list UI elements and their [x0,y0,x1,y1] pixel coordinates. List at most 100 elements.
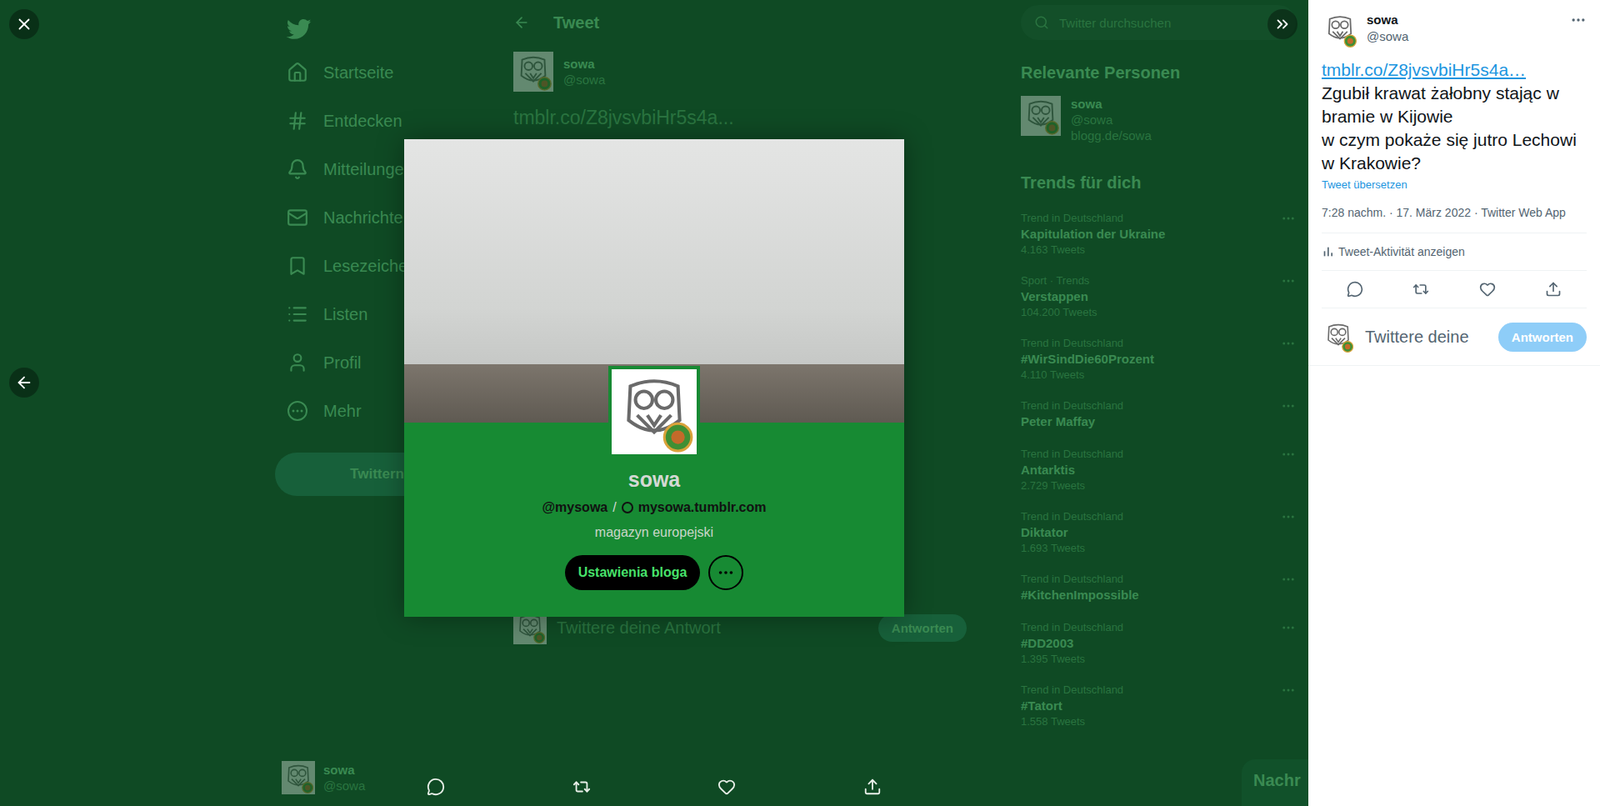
trend-more-icon[interactable] [1280,446,1296,462]
close-button[interactable] [9,9,40,40]
more-circle-icon[interactable] [286,400,309,422]
nav-icon[interactable] [286,255,309,277]
tweet-activity[interactable]: Tweet-Aktivität anzeigen [1321,233,1587,271]
retweet-icon[interactable] [1412,280,1430,298]
person-handle: @sowa [1070,111,1152,128]
avatar-icon [1321,11,1359,49]
chevrons-right-icon [1273,15,1292,34]
blog-handle[interactable]: @mysowa [541,500,608,515]
tweet-meta: 7:28 nachm. · 17. März 2022 · Twitter We… [1321,190,1587,234]
blog-site[interactable]: mysowa.tumblr.com [638,500,767,515]
main-header: Tweet [500,0,980,45]
related-person[interactable]: sowa@sowablogg.de/sowa [1020,92,1296,150]
more-icon[interactable] [716,563,735,582]
avatar-icon [513,51,554,92]
share-icon[interactable] [1545,280,1562,298]
nav-logo[interactable] [275,10,492,49]
panel-actions [1321,270,1587,309]
trend-title: #KitchenImpossible [1020,585,1281,604]
nav-label: Listen [323,305,368,325]
back-arrow-icon[interactable] [513,14,530,31]
reply-input[interactable]: Twittere deine Antwort [556,618,869,638]
nav-icon[interactable] [286,110,309,132]
tweet-author[interactable]: sowa@sowa [500,45,980,99]
expand-button[interactable] [1267,9,1298,40]
bar-chart-icon [1321,245,1335,259]
panel-link[interactable]: tmblr.co/Z8jvsvbiHr5s4a… [1321,58,1587,82]
trend-title: #Tatort [1020,696,1281,715]
trend-more-icon[interactable] [1280,682,1296,698]
blog-more-button[interactable] [708,555,744,590]
tweet-link[interactable]: tmblr.co/Z8jvsvbiHr5s4a... [500,98,980,130]
twitter-bird-icon[interactable] [286,16,312,42]
panel-header: sowa@sowa [1308,0,1600,49]
globe-icon [621,501,634,514]
panel-reply-button[interactable]: Antworten [1498,322,1587,352]
more-icon[interactable] [1570,11,1587,29]
trend-item[interactable]: Trend in Deutschland#DD20031.395 Tweets [1020,611,1296,675]
trend-more-icon[interactable] [1280,210,1296,226]
close-icon [15,15,34,34]
trend-item[interactable]: Trend in Deutschland#KitchenImpossible [1020,563,1296,612]
nav-icon[interactable] [286,61,309,84]
messages-drawer[interactable]: Nachr [1241,759,1309,806]
panel-author-handle[interactable]: @sowa [1366,28,1562,45]
trend-item[interactable]: Trend in Deutschland#WirSindDie60Prozent… [1020,327,1296,390]
avatar-icon [1321,320,1355,354]
trend-category: Trend in Deutschland [1020,682,1281,697]
blog-separator: / [612,500,616,515]
blog-settings-button[interactable]: Ustawienia bloga [565,555,701,590]
account-name: sowa [323,761,365,778]
media-action-bar [404,777,905,796]
nav-icon[interactable] [286,351,309,374]
blog-card: sowa@mysowa/mysowa.tumblr.commagazyn eur… [404,422,905,617]
reply-icon[interactable] [1346,280,1364,298]
nav-item[interactable]: Startseite [275,48,492,97]
retweet-icon[interactable] [572,777,591,796]
search-field[interactable]: Twitter durchsuchen [1020,5,1296,40]
trend-category: Trend in Deutschland [1020,335,1281,350]
trend-more-icon[interactable] [1280,398,1296,414]
nav-icon[interactable] [286,303,309,325]
trend-more-icon[interactable] [1280,273,1296,289]
trend-more-icon[interactable] [1280,509,1296,525]
trend-item[interactable]: Trend in DeutschlandKapitulation der Ukr… [1020,202,1296,265]
like-icon[interactable] [717,777,736,796]
share-icon[interactable] [863,777,882,796]
previous-button[interactable] [9,367,40,398]
trend-item[interactable]: Trend in DeutschlandDiktator1.693 Tweets [1020,500,1296,564]
trend-category: Trend in Deutschland [1020,210,1281,225]
reply-button[interactable]: Antworten [878,614,967,642]
account-handle: @sowa [323,777,365,794]
nav-label: Profil [323,353,362,373]
panel-author-name[interactable]: sowa [1366,11,1562,29]
blog-handle-row: @mysowa / mysowa.tumblr.com [541,500,766,515]
like-icon[interactable] [1479,280,1496,298]
panel-reply-input[interactable]: Twittere deine [1365,327,1489,347]
nav-label: Mehr [323,401,362,421]
trend-more-icon[interactable] [1280,335,1296,351]
blog-description: magazyn europejski [595,525,714,540]
owl-logo-icon [611,369,697,455]
trend-item[interactable]: Trend in DeutschlandPeter Maffay [1020,390,1296,439]
trend-count: 2.729 Tweets [1020,478,1281,493]
avatar-icon [281,760,315,795]
arrow-left-icon [15,373,34,392]
trend-item[interactable]: Trend in Deutschland#Tatort1.558 Tweets [1020,674,1296,737]
nav-item[interactable]: Entdecken [275,96,492,145]
trend-more-icon[interactable] [1280,620,1296,635]
trend-category: Trend in Deutschland [1020,446,1281,461]
trend-count: 1.395 Tweets [1020,651,1281,666]
nav-icon[interactable] [286,158,309,180]
trend-item[interactable]: Trend in DeutschlandAntarktis2.729 Tweet… [1020,438,1296,501]
nav-icon[interactable] [286,206,309,229]
trend-title: #DD2003 [1020,634,1281,652]
trend-more-icon[interactable] [1280,571,1296,587]
nav-label: Startseite [323,63,394,83]
trend-item[interactable]: Sport · TrendsVerstappen104.200 Tweets [1020,265,1296,328]
reply-icon[interactable] [426,777,445,796]
translate-link[interactable]: Tweet übersetzen [1308,175,1600,191]
account-switcher[interactable]: sowa@sowa [275,760,492,795]
trend-category: Trend in Deutschland [1020,571,1281,586]
screen: StartseiteEntdeckenMitteilungeNachrichte… [0,0,1600,806]
